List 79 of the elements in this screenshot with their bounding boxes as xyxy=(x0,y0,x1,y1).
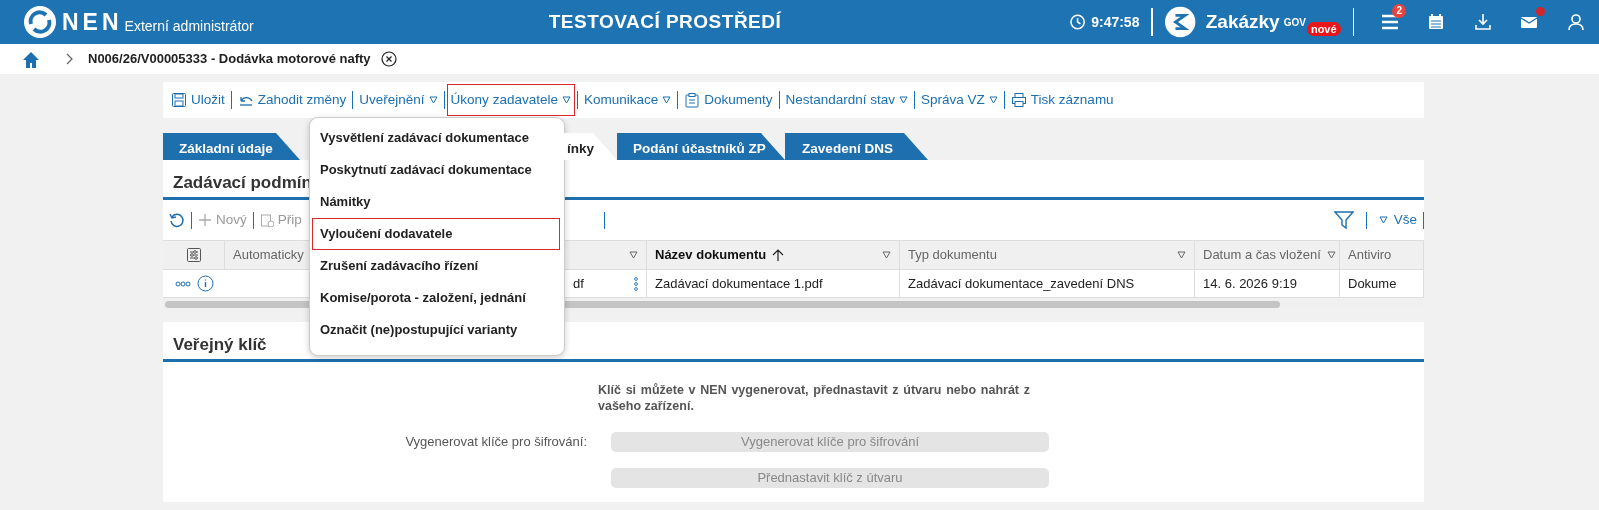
user-icon xyxy=(1565,12,1586,32)
column-header[interactable]: Antiviro xyxy=(1340,240,1424,270)
filter-caret-icon xyxy=(1177,251,1186,259)
environment-title: TESTOVACÍ PROSTŘEDÍ xyxy=(547,9,783,34)
column-label: Název dokumentu xyxy=(655,246,767,265)
action-button[interactable]: Přip xyxy=(259,209,302,231)
table-cell-text: Zadávací dokumentace_zavedení DNS xyxy=(908,274,1135,293)
download-icon xyxy=(1472,12,1493,32)
column-label: Automaticky xyxy=(233,246,304,265)
table-cell-text: 14. 6. 2026 9:19 xyxy=(1203,274,1297,293)
kebab-icon xyxy=(634,276,638,291)
toolbar-button[interactable]: Zahodit změny xyxy=(233,83,351,117)
brand-name: Zakázky xyxy=(1205,9,1280,34)
toolbar-button[interactable]: Správa VZ xyxy=(917,83,1002,117)
menu-icon xyxy=(1379,12,1400,32)
home-icon xyxy=(22,50,40,69)
column-label: Antiviro xyxy=(1348,246,1392,265)
printer-icon xyxy=(1010,92,1027,108)
tab[interactable]: Podání účastníků ZP xyxy=(617,133,785,160)
column-label: Datum a čas vložení xyxy=(1203,246,1321,265)
product-name: NEN xyxy=(62,10,123,34)
caret-icon xyxy=(1378,216,1388,224)
home-link[interactable] xyxy=(22,49,40,69)
download-button[interactable] xyxy=(1472,12,1493,32)
info-text: Klíč si můžete v NEN vygenerovat, přednastavit z útvaru nebo nahrát z vašeho zařízení. xyxy=(598,382,1030,414)
menu-item[interactable]: Vyloučení dodavatele xyxy=(312,218,560,250)
brand-logo-icon xyxy=(1165,6,1196,38)
caret-icon xyxy=(428,96,438,104)
refresh-icon xyxy=(169,212,185,228)
user-button[interactable] xyxy=(1565,12,1586,32)
tab[interactable]: Základní údaje xyxy=(163,133,300,160)
new-badge: nové xyxy=(1306,22,1341,36)
column-header[interactable]: Typ dokumentu xyxy=(900,240,1195,270)
clipboard-icon xyxy=(684,92,701,108)
clock-icon xyxy=(1070,14,1086,30)
close-button[interactable] xyxy=(380,51,397,67)
info-icon xyxy=(196,275,214,292)
tab[interactable]: Zavedení DNS xyxy=(785,133,928,160)
action-button[interactable]: Nový xyxy=(198,209,247,231)
logo-icon xyxy=(24,6,56,38)
filter-caret-icon xyxy=(882,251,891,259)
document-gear-icon xyxy=(259,213,274,227)
close-icon xyxy=(380,51,397,67)
more-icon xyxy=(174,280,191,287)
table-cell-text: Zadávací dokumentace 1.pdf xyxy=(655,274,823,293)
plus-icon xyxy=(198,213,212,227)
menu-button[interactable] xyxy=(1379,12,1400,32)
filter-caret-icon xyxy=(1326,251,1336,259)
filter-dropdown[interactable]: Vše xyxy=(1378,209,1417,231)
column-label: Typ dokumentu xyxy=(908,246,997,265)
column-header[interactable]: Datum a čas vložení xyxy=(1195,240,1340,270)
notification-count: 2 xyxy=(1392,4,1407,18)
sort-arrow-icon xyxy=(772,248,785,262)
table-cell-text: df xyxy=(573,274,584,293)
row-menu-button[interactable] xyxy=(174,280,191,287)
table-cell-text: Dokume xyxy=(1348,274,1397,293)
toolbar-button[interactable]: Dokumenty xyxy=(680,83,777,117)
filter-caret-icon xyxy=(629,251,638,259)
breadcrumb-title: N006/26/V00005333 - Dodávka motorové nafty xyxy=(88,50,371,69)
toolbar-button[interactable]: Uveřejnění xyxy=(355,83,442,117)
column-header[interactable]: Název dokumentu xyxy=(647,240,900,270)
clock-time: 9:47:58 xyxy=(1091,12,1140,32)
toolbar-button[interactable]: Uložit xyxy=(167,83,229,117)
caret-icon xyxy=(662,96,672,104)
chevron-icon xyxy=(66,53,74,65)
toolbar-button[interactable]: Úkony zadavatele xyxy=(446,83,575,117)
brand-suffix: GOV xyxy=(1283,16,1306,30)
toolbar-button[interactable]: Tisk záznamu xyxy=(1006,83,1118,117)
filter-icon xyxy=(1333,210,1354,230)
toolbar-button[interactable]: Nestandardní stav xyxy=(781,83,913,117)
caret-icon xyxy=(988,96,998,104)
info-button[interactable] xyxy=(196,275,214,292)
caret-icon xyxy=(899,96,909,104)
column-settings-icon xyxy=(185,247,202,263)
field-label: Vygenerovat klíče pro šifrování: xyxy=(405,434,587,450)
toolbar-button[interactable]: Komunikace xyxy=(579,83,676,117)
save-icon xyxy=(171,92,187,108)
caret-icon xyxy=(561,96,571,104)
user-role: Externí administrátor xyxy=(124,17,254,36)
